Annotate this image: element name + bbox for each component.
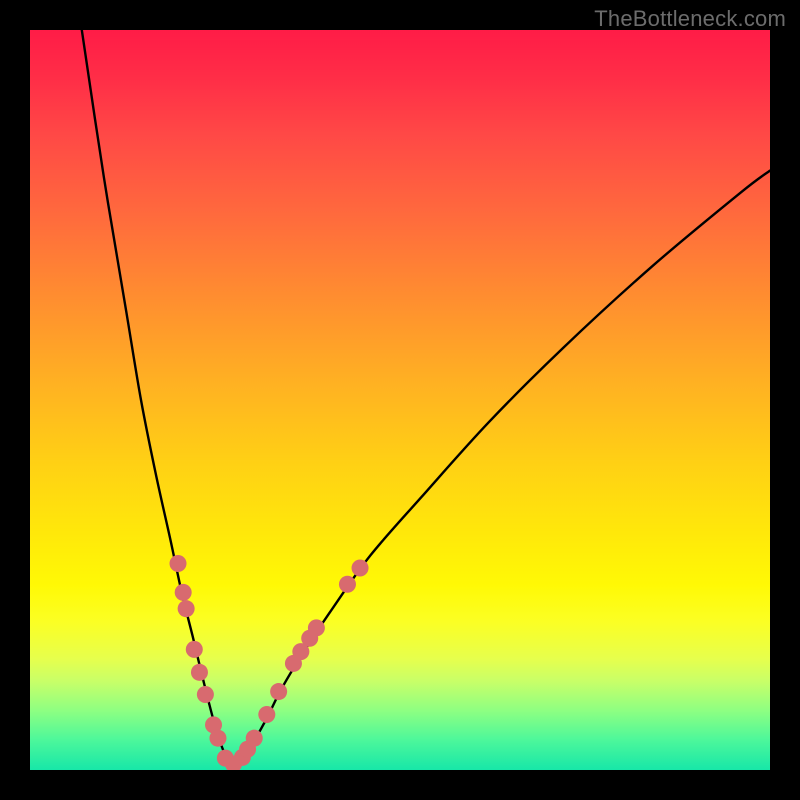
highlight-dot	[191, 664, 208, 681]
bottleneck-curve	[82, 30, 770, 763]
watermark-text: TheBottleneck.com	[594, 6, 786, 32]
highlight-dot	[270, 683, 287, 700]
highlight-dot	[258, 706, 275, 723]
highlight-dot	[186, 641, 203, 658]
highlight-dot	[209, 730, 226, 747]
highlight-dot	[169, 555, 186, 572]
plot-area	[30, 30, 770, 770]
highlight-dot	[246, 730, 263, 747]
highlight-dot	[308, 619, 325, 636]
highlight-dot	[175, 584, 192, 601]
highlight-dot	[197, 686, 214, 703]
highlight-dot	[352, 559, 369, 576]
chart-frame: TheBottleneck.com	[0, 0, 800, 800]
bottleneck-curve-path	[82, 30, 770, 763]
highlight-dot	[178, 600, 195, 617]
curve-layer	[30, 30, 770, 770]
highlight-dot	[339, 576, 356, 593]
